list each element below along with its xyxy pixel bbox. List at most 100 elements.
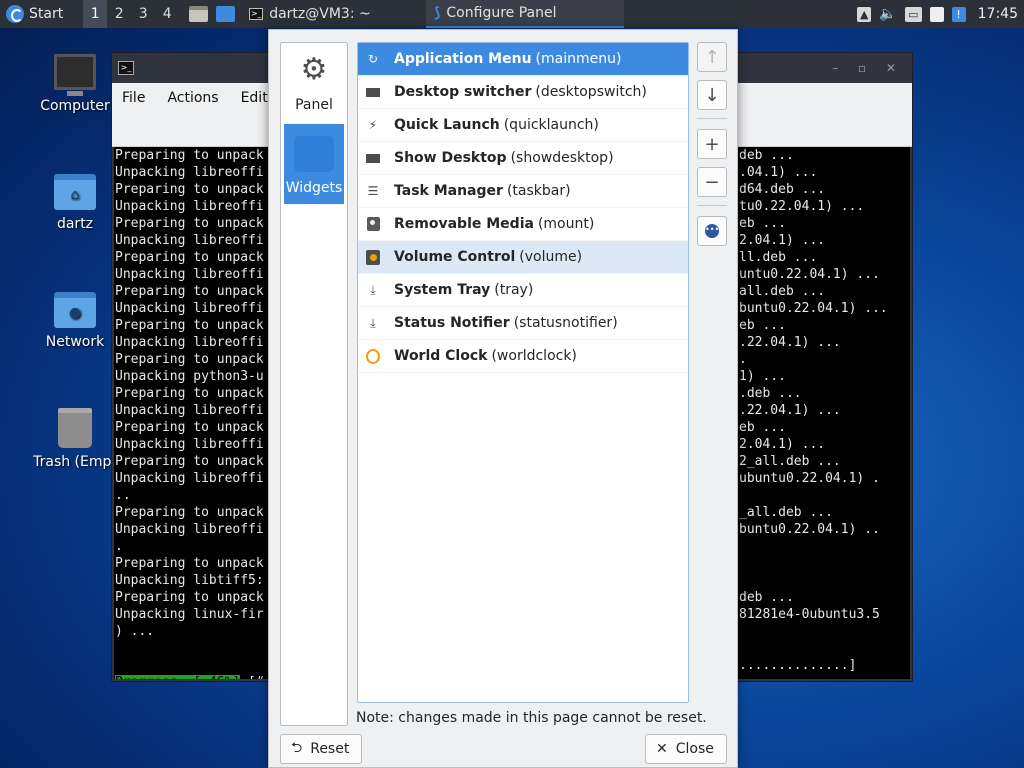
terminal-line: . [115,539,123,554]
system-tray-icon: ⤓ [370,282,376,297]
terminal-line: . [739,352,747,367]
workspace-3[interactable]: 3 [131,0,155,28]
widget-item-worldclock[interactable]: World Clock (worldclock) [358,340,688,373]
status-notifier-icon: ⤓ [370,315,376,330]
task-terminal-label: dartz@VM3: ~ [269,6,371,22]
widget-item-mainmenu[interactable]: ↻ Application Menu (mainmenu) [358,43,688,76]
terminal-line: Unpacking libreoffi [115,165,264,180]
category-list: ⚙ Panel Widgets [280,42,348,726]
notification-icon[interactable]: ! [951,6,966,22]
menu-edit[interactable]: Edit [241,90,268,106]
widget-name: Task Manager [394,183,503,199]
menu-file[interactable]: File [122,90,145,106]
terminal-line: eb ... [739,216,786,231]
widget-id: (statusnotifier) [513,315,618,331]
terminal-line: Unpacking libreoffi [115,267,264,282]
workspace-4[interactable]: 4 [155,0,179,28]
widget-item-tray[interactable]: ⤓ System Tray (tray) [358,274,688,307]
quick-launch-icon: ⚡ [368,118,378,132]
updates-icon[interactable]: ▲ [857,6,872,22]
desktop-icon-trash[interactable]: Trash (Empt [25,408,125,470]
terminal-line: Preparing to unpack [115,250,264,265]
terminal-line: Unpacking libreoffi [115,471,264,486]
clock[interactable]: 17:45 [978,6,1018,22]
terminal-line: Preparing to unpack [115,284,264,299]
widget-item-showdesktop[interactable]: Show Desktop (showdesktop) [358,142,688,175]
terminal-line: Unpacking linux-fir [115,607,264,622]
move-down-button[interactable]: ↓ [697,80,727,110]
workspace-1[interactable]: 1 [83,0,108,28]
show-desktop-icon[interactable] [216,6,236,22]
widget-id: (worldclock) [491,348,577,364]
widget-item-volume[interactable]: Volume Control (volume) [358,241,688,274]
category-widgets[interactable]: Widgets [284,124,344,204]
widget-id: (mainmenu) [535,51,622,67]
widget-item-mount[interactable]: Removable Media (mount) [358,208,688,241]
task-configure-panel[interactable]: ⟆ Configure Panel [426,0,624,28]
terminal-line: deb ... [739,148,794,163]
category-label: Panel [295,97,333,113]
progress-line: Progress: [ 46%] [# [115,674,264,679]
reset-note: Note: changes made in this page cannot b… [356,710,707,726]
network-icon[interactable]: ▭ [904,6,922,22]
terminal-line: Preparing to unpack [115,216,264,231]
desktop-icon-home[interactable]: ⌂ dartz [25,174,125,232]
reset-button[interactable]: ⮌ Reset [280,734,362,764]
app-menu-icon: ↻ [367,52,379,66]
start-menu-button[interactable]: Start [0,0,69,28]
category-panel[interactable]: ⚙ Panel [281,43,347,123]
terminal-line: 2_all.deb ... [739,454,841,469]
move-up-button[interactable]: ↑ [697,42,727,72]
terminal-line: Unpacking python3-u [115,369,264,384]
desktop-switcher-icon [366,85,380,99]
menu-actions[interactable]: Actions [167,90,218,106]
widget-list: ↻ Application Menu (mainmenu) Desktop sw… [357,42,689,703]
close-button[interactable]: ✕ Close [645,734,727,764]
file-manager-icon[interactable] [189,6,209,22]
home-folder-icon: ⌂ [54,174,96,210]
close-label: Close [675,741,714,757]
terminal-line: deb ... [739,590,794,605]
workspace-2[interactable]: 2 [107,0,131,28]
widget-item-quicklaunch[interactable]: ⚡ Quick Launch (quicklaunch) [358,109,688,142]
terminal-line: eb ... [739,318,786,333]
widget-name: Application Menu [394,51,532,67]
desktop-icon-computer[interactable]: Computer [25,54,125,114]
terminal-line: 2.04.1) ... [739,233,826,248]
top-panel: Start 1 2 3 4 >_ dartz@VM3: ~ ⟆ Configur… [0,0,1024,28]
terminal-line: .22.04.1) ... [739,335,841,350]
widget-item-statusnotifier[interactable]: ⤓ Status Notifier (statusnotifier) [358,307,688,340]
terminal-line: Preparing to unpack [115,454,264,469]
remove-widget-button[interactable]: − [697,167,727,197]
progress-label: Progress: [ 46%] [115,675,241,679]
terminal-line: _all.deb ... [739,505,833,520]
add-widget-button[interactable]: + [697,129,727,159]
widget-item-taskbar[interactable]: ☰ Task Manager (taskbar) [358,175,688,208]
volume-control-icon [366,249,380,265]
task-terminal[interactable]: >_ dartz@VM3: ~ [241,0,379,28]
desktop-icon-network[interactable]: ● Network [25,292,125,350]
terminal-line: Unpacking libreoffi [115,437,264,452]
terminal-line: Preparing to unpack [115,590,264,605]
trash-icon [58,408,92,448]
terminal-line: untu0.22.04.1) ... [739,267,880,282]
widget-item-desktopswitch[interactable]: Desktop switcher (desktopswitch) [358,76,688,109]
world-clock-icon [366,348,380,364]
window-controls[interactable]: – ▫ ✕ [832,61,904,75]
close-icon: ✕ [656,741,668,757]
clipboard-icon[interactable] [929,6,944,22]
widget-id: (tray) [494,282,534,298]
terminal-line: Unpacking libreoffi [115,199,264,214]
volume-icon[interactable]: 🔈 [879,6,896,22]
widget-name: System Tray [394,282,491,298]
widget-settings-button[interactable]: ••• [697,216,727,246]
task-manager-icon: ☰ [367,184,379,198]
configure-panel-dialog: ⚙ Panel Widgets ↻ Application Menu (main… [268,29,738,768]
computer-icon [54,54,96,96]
terminal-line: Preparing to unpack [115,352,264,367]
terminal-left-column: Preparing to unpack Unpacking libreoffi Pr… [115,147,264,679]
widget-name: Removable Media [394,216,534,232]
